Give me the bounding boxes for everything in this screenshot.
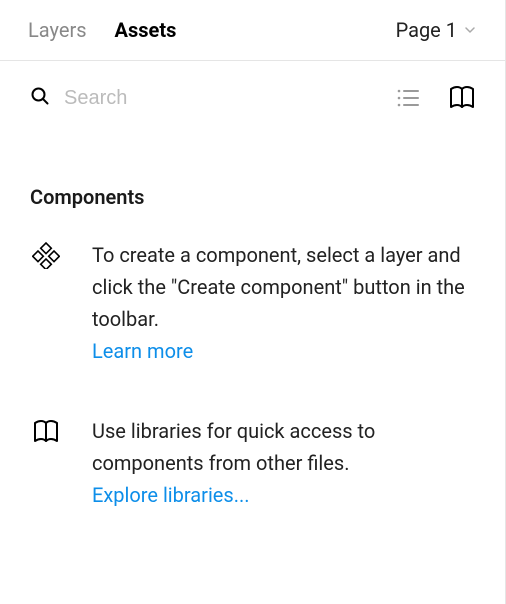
page-label: Page 1 (396, 18, 457, 42)
explore-libraries-link[interactable]: Explore libraries... (92, 483, 250, 507)
section-title-components: Components (30, 185, 475, 209)
search-input[interactable] (64, 87, 395, 110)
info-desc: To create a component, select a layer an… (92, 239, 475, 335)
library-icon[interactable] (447, 83, 477, 113)
info-desc: Use libraries for quick access to compon… (92, 415, 475, 479)
learn-more-link[interactable]: Learn more (92, 339, 193, 363)
info-item-libraries: Use libraries for quick access to compon… (30, 415, 475, 507)
page-selector[interactable]: Page 1 (396, 18, 477, 42)
tab-layers[interactable]: Layers (28, 18, 87, 42)
info-text: To create a component, select a layer an… (92, 239, 475, 363)
tab-assets[interactable]: Assets (115, 18, 177, 42)
panel-tabs: Layers Assets (28, 18, 176, 42)
info-text: Use libraries for quick access to compon… (92, 415, 475, 507)
search-container (30, 86, 395, 110)
search-icon (30, 86, 50, 110)
list-view-icon[interactable] (395, 85, 421, 111)
component-icon (30, 239, 62, 363)
content-area: Components To create a component, select… (0, 135, 505, 507)
chevron-down-icon (463, 23, 477, 37)
library-icon (30, 415, 62, 507)
panel-header: Layers Assets Page 1 (0, 0, 505, 61)
info-item-component: To create a component, select a layer an… (30, 239, 475, 363)
search-actions (395, 83, 477, 113)
search-row (0, 61, 505, 135)
